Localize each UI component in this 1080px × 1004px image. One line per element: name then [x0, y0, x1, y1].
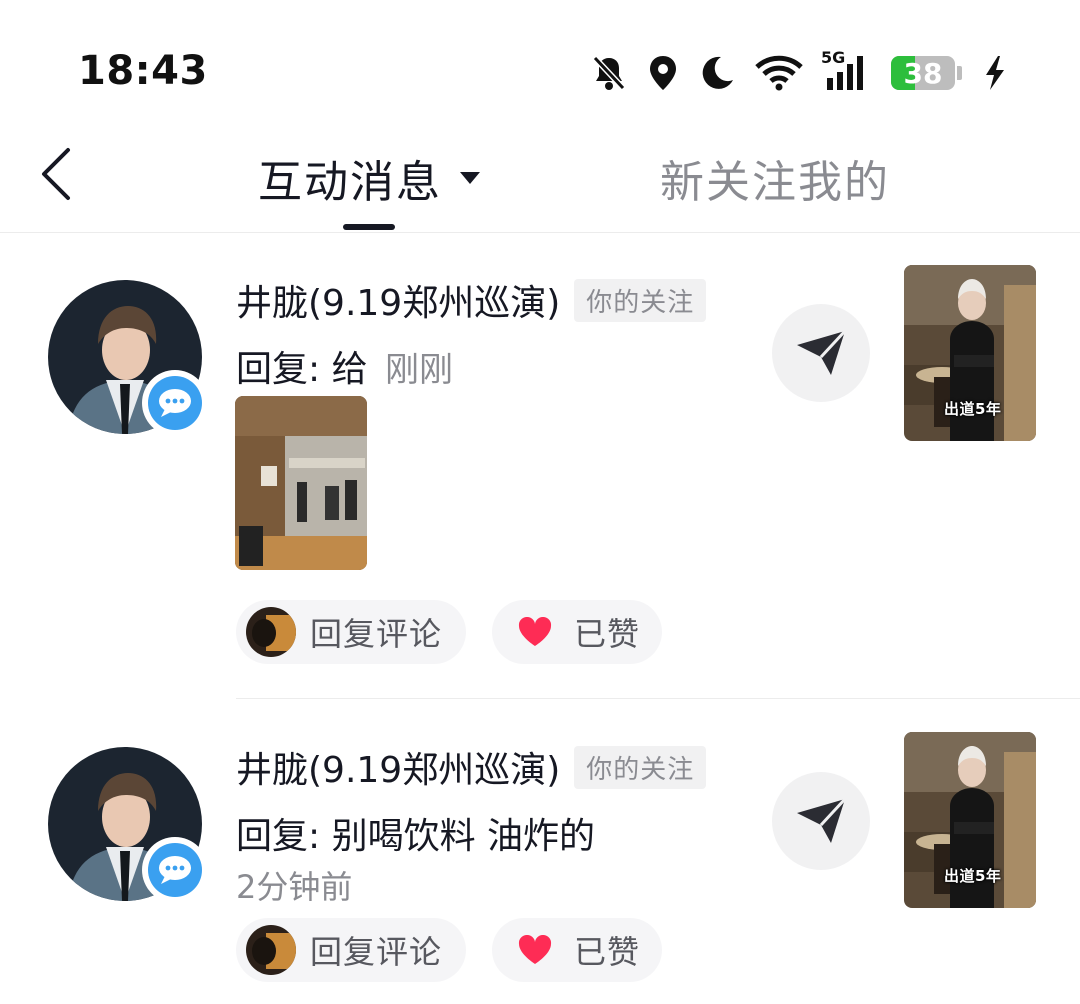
battery-level: 38: [903, 56, 943, 90]
tab-new-followers[interactable]: 新关注我的: [660, 146, 890, 210]
back-button[interactable]: [34, 142, 84, 202]
heart-icon: [518, 617, 552, 647]
top-nav: 互动消息 新关注我的: [0, 140, 1080, 233]
network-type: 5G: [821, 48, 846, 67]
video-thumbnail[interactable]: 出道5年: [904, 265, 1036, 441]
chevron-left-icon: [42, 148, 70, 200]
reply-comment-button[interactable]: 回复评论: [236, 600, 466, 664]
liked-button[interactable]: 已赞: [492, 600, 662, 664]
moon-icon: [699, 54, 735, 92]
user-name[interactable]: 井胧(9.19郑州巡演): [236, 274, 560, 326]
reply-comment-label: 回复评论: [310, 933, 443, 971]
paper-plane-icon: [797, 797, 847, 843]
user-name[interactable]: 井胧(9.19郑州巡演): [236, 741, 560, 793]
caret-down-icon[interactable]: [458, 170, 482, 186]
comment-badge: [142, 837, 208, 903]
reply-text[interactable]: 回复: 给 刚刚: [236, 340, 453, 392]
comment-badge: [142, 370, 208, 436]
tab-interactions[interactable]: 互动消息: [258, 146, 482, 210]
name-row: 井胧(9.19郑州巡演) 你的关注: [236, 274, 707, 326]
chat-bubble-icon: [159, 389, 191, 417]
reply-text[interactable]: 回复: 别喝饮料 油炸的: [236, 807, 595, 859]
following-tag: 你的关注: [574, 278, 707, 322]
status-bar: 18:43 5G 38: [0, 0, 1080, 140]
item-divider: [236, 698, 1080, 699]
battery-icon: 38: [891, 56, 955, 90]
liked-button[interactable]: 已赞: [492, 918, 662, 982]
thumbnail-caption: 出道5年: [944, 867, 1002, 885]
user-avatar[interactable]: [48, 280, 208, 436]
status-icons: 5G 38: [591, 48, 1008, 96]
reply-content: 回复: 别喝饮料 油炸的: [236, 816, 596, 857]
following-tag: 你的关注: [574, 745, 707, 789]
status-time: 18:43: [78, 48, 208, 94]
heart-icon: [518, 935, 552, 965]
battery-body: 38: [891, 56, 955, 90]
location-icon: [647, 54, 679, 92]
my-avatar: [246, 925, 296, 975]
chat-bubble-icon: [159, 856, 191, 884]
reply-time: 2分钟前: [236, 868, 353, 906]
tab-interactions-label: 互动消息: [258, 157, 442, 208]
share-button[interactable]: [772, 304, 870, 402]
tab-active-indicator: [343, 224, 395, 230]
liked-label: 已赞: [574, 615, 641, 653]
reply-comment-button[interactable]: 回复评论: [236, 918, 466, 982]
user-avatar[interactable]: [48, 747, 208, 903]
comment-image[interactable]: [235, 396, 367, 570]
reply-comment-label: 回复评论: [310, 615, 443, 653]
wifi-icon: [755, 55, 803, 91]
liked-label: 已赞: [574, 933, 641, 971]
name-row: 井胧(9.19郑州巡演) 你的关注: [236, 741, 707, 793]
paper-plane-icon: [797, 329, 847, 375]
signal-icon: 5G: [821, 48, 871, 92]
thumbnail-caption: 出道5年: [944, 400, 1002, 418]
my-avatar: [246, 607, 296, 657]
video-thumbnail[interactable]: 出道5年: [904, 732, 1036, 908]
charging-bolt-icon: [982, 54, 1008, 92]
battery-cap: [957, 66, 962, 80]
reply-content: 回复: 给: [236, 349, 368, 390]
reply-time: 刚刚: [385, 350, 454, 390]
bell-muted-icon: [591, 54, 627, 92]
share-button[interactable]: [772, 772, 870, 870]
